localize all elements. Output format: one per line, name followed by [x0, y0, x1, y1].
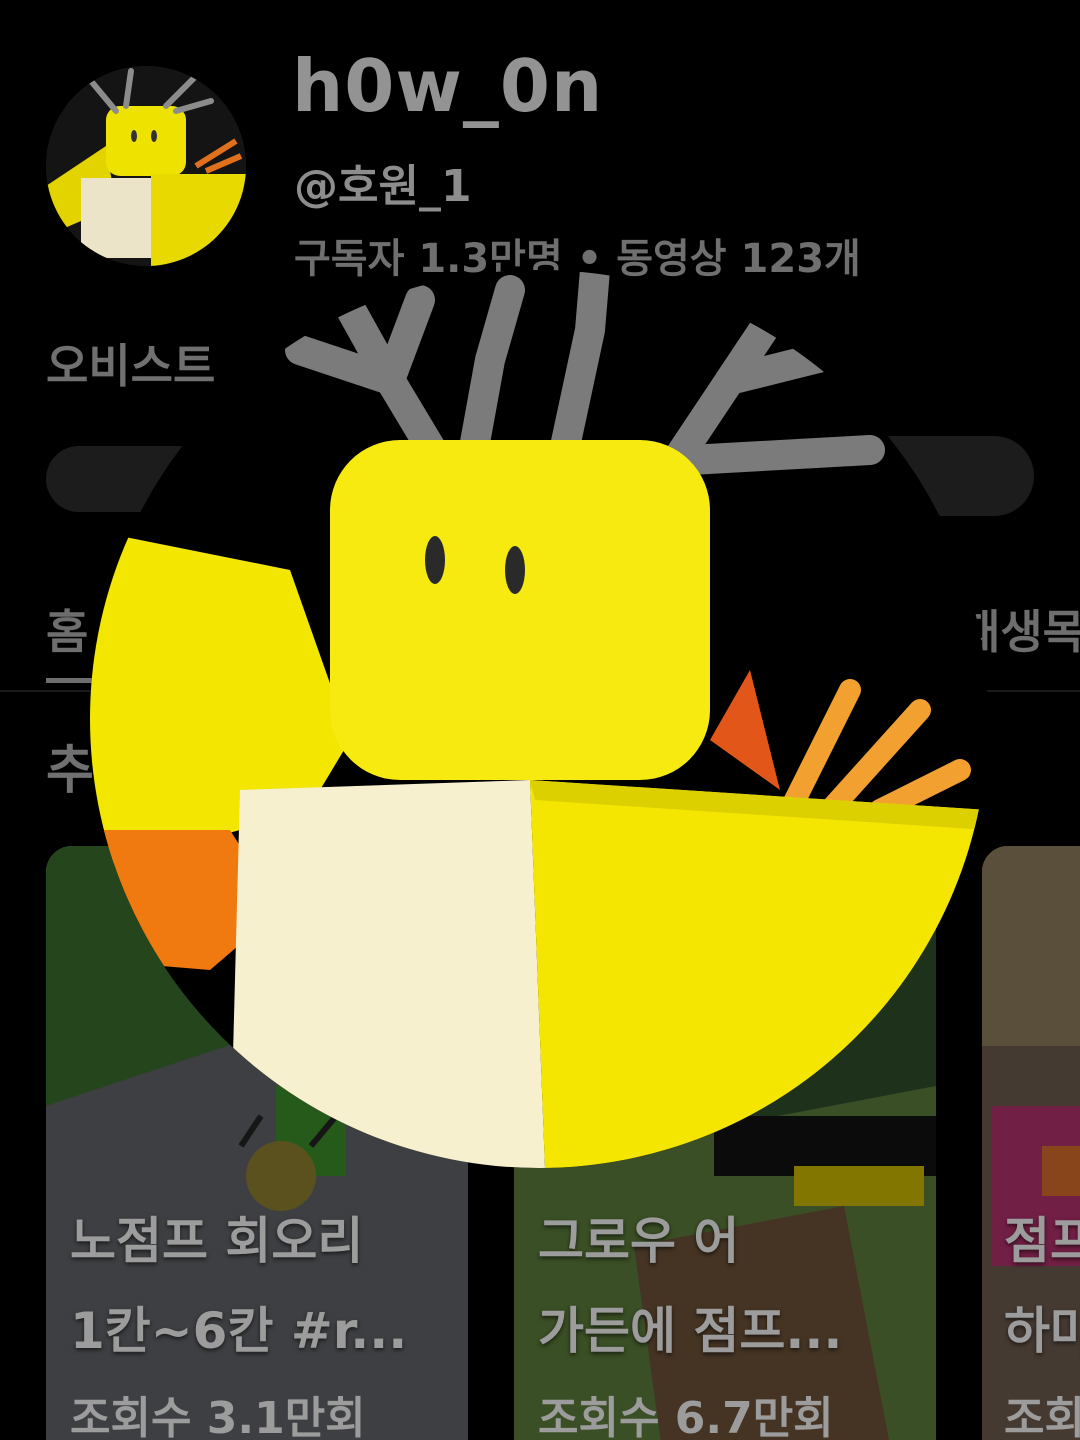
channel-description[interactable]: 오비스트 — [46, 330, 215, 396]
short-views: 조회수 6.7만회 — [538, 1393, 834, 1440]
short-title: 점프 하마 — [1004, 1212, 1080, 1360]
short-title: 그로우 어 가든에 점프... — [538, 1212, 843, 1360]
channel-name: h0w_0n — [292, 44, 604, 128]
profile-picture-enlarged[interactable] — [90, 270, 988, 1168]
roblox-character-icon — [90, 270, 988, 1168]
short-title: 노점프 회오리 1칸~6칸 #r... — [70, 1212, 408, 1360]
channel-page: h0w_0n @호원_1 구독자 1.3만명 • 동영상 123개 오비스트 홈… — [0, 0, 1080, 1440]
channel-handle: @호원_1 — [294, 161, 472, 212]
short-views: 조회수 — [1004, 1393, 1080, 1440]
avatar-image-icon — [46, 66, 246, 266]
channel-avatar[interactable] — [46, 66, 246, 266]
short-views: 조회수 3.1만회 — [70, 1393, 366, 1440]
short-card[interactable]: 점프 하마 조회수 — [982, 846, 1080, 1440]
tab-home[interactable]: 홈 — [46, 596, 88, 662]
